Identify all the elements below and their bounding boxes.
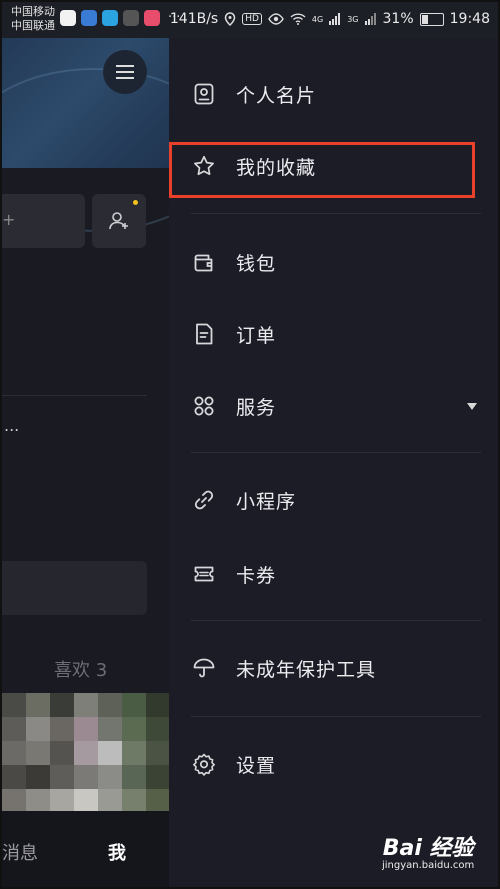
battery-icon	[419, 12, 444, 26]
hd-badge: HD	[242, 13, 262, 25]
divider	[191, 716, 481, 717]
order-icon	[191, 321, 217, 347]
hamburger-icon	[116, 71, 134, 73]
coupon-icon	[191, 561, 217, 587]
baidu-app-icon	[81, 10, 97, 26]
chevron-down-icon[interactable]	[467, 403, 477, 410]
carrier-1: 中国移动	[11, 5, 55, 18]
content-box[interactable]	[2, 561, 147, 615]
action-box-text: +	[2, 210, 16, 229]
menu-item-label: 未成年保护工具	[236, 658, 377, 681]
menu-item-label: 订单	[236, 324, 277, 347]
add-user-icon	[109, 212, 128, 230]
divider	[191, 213, 481, 214]
phone-screen: 中国移动 中国联通 ··· 141B/s HD 4G 3G 31% 19:48 …	[0, 0, 500, 889]
menu-item-label: 钱包	[236, 252, 277, 275]
mini-program-icon	[191, 487, 217, 513]
menu-item-profile-card[interactable]: 个人名片	[169, 64, 498, 124]
bio-text-truncated: ...	[4, 416, 20, 435]
divider	[191, 452, 481, 453]
notification-icons	[60, 10, 160, 26]
status-bar: 中国移动 中国联通 ··· 141B/s HD 4G 3G 31% 19:48	[2, 2, 498, 38]
status-indicators: 141B/s HD 4G 3G 31% 19:48	[170, 11, 490, 27]
network-speed: 141B/s	[169, 11, 219, 27]
menu-item-label: 小程序	[236, 490, 297, 513]
menu-item-orders[interactable]: 订单	[169, 304, 498, 364]
watermark-logo: Bai 经验	[382, 836, 474, 861]
profile-page-background: + ... 喜欢 3 消息 我	[2, 38, 169, 887]
menu-item-label: 卡券	[236, 564, 277, 587]
wifi-icon	[290, 13, 306, 25]
carrier-info: 中国移动 中国联通	[11, 5, 55, 33]
notification-dot	[133, 200, 138, 205]
app-notification-icon	[144, 10, 160, 26]
profile-action-box[interactable]: +	[2, 194, 85, 248]
add-friend-button[interactable]	[92, 194, 146, 248]
menu-item-coupons[interactable]: 卡券	[169, 544, 498, 604]
likes-tab[interactable]: 喜欢 3	[54, 656, 107, 682]
highlight-box	[169, 142, 475, 198]
clock: 19:48	[449, 11, 490, 27]
watermark-url: jingyan.baidu.com	[382, 860, 475, 871]
signal-icon-1	[329, 13, 341, 25]
network-4g: 4G	[311, 14, 324, 24]
translate-app-icon	[123, 10, 139, 26]
wallet-icon	[191, 249, 217, 275]
tab-me[interactable]: 我	[108, 839, 126, 865]
menu-item-minor-protection[interactable]: 未成年保护工具	[169, 638, 498, 698]
services-icon	[191, 393, 217, 419]
battery-percent: 31%	[382, 11, 414, 27]
profile-header-banner	[2, 38, 169, 232]
menu-item-label: 设置	[236, 754, 277, 777]
menu-item-label: 服务	[236, 396, 277, 419]
location-icon	[224, 12, 236, 26]
gear-icon	[191, 751, 217, 777]
carrier-2: 中国联通	[11, 19, 55, 32]
menu-item-settings[interactable]: 设置	[169, 734, 498, 794]
signal-icon-2	[364, 13, 376, 25]
map-app-icon	[60, 10, 76, 26]
menu-item-wallet[interactable]: 钱包	[169, 232, 498, 292]
menu-item-label: 个人名片	[236, 84, 317, 107]
telegram-app-icon	[102, 10, 118, 26]
divider	[2, 395, 147, 396]
side-drawer-menu: 个人名片 我的收藏 钱包 订单 服务 小程序 卡券 未成年保护工具 设置	[169, 38, 498, 887]
eye-icon	[268, 13, 284, 25]
profile-card-icon	[191, 81, 217, 107]
menu-item-mini-programs[interactable]: 小程序	[169, 470, 498, 530]
divider	[191, 620, 481, 621]
bottom-tab-bar: 消息 我	[2, 811, 169, 887]
menu-item-services[interactable]: 服务	[169, 376, 498, 436]
menu-button[interactable]	[103, 50, 147, 94]
tab-messages[interactable]: 消息	[2, 839, 38, 865]
umbrella-icon	[191, 655, 217, 681]
network-3g: 3G	[347, 14, 359, 24]
baidu-jingyan-watermark: Bai 经验 jingyan.baidu.com	[382, 830, 474, 871]
blurred-thumbnail[interactable]	[2, 693, 169, 813]
